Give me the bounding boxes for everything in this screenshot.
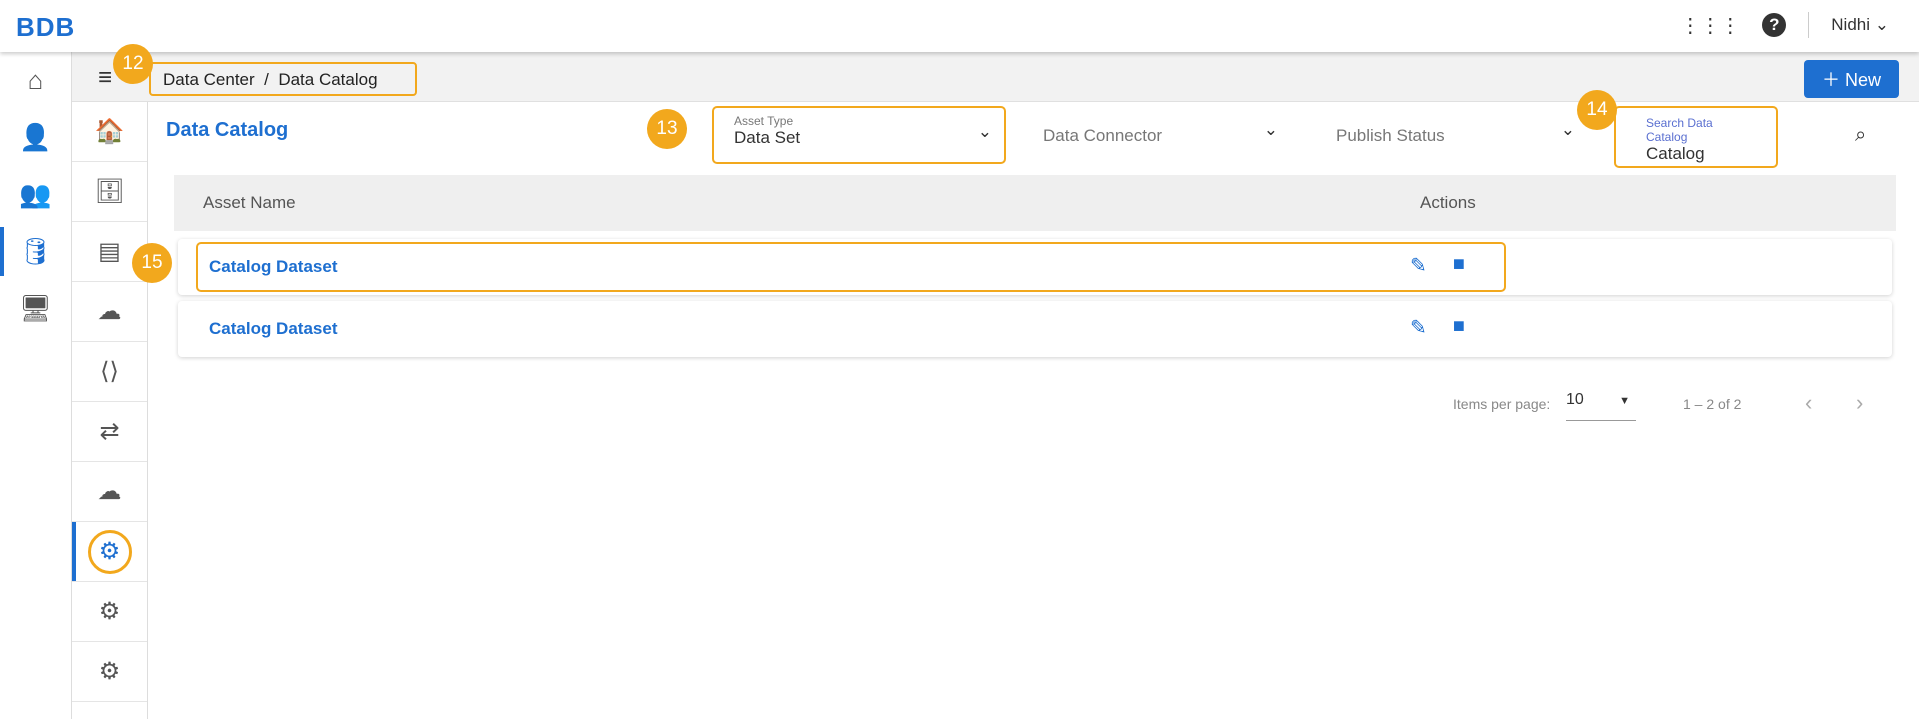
data-home-icon[interactable]: 🏠 <box>72 102 147 162</box>
database-code-icon[interactable]: ⟨⟩ <box>72 342 147 402</box>
chevron-down-icon: ⌄ <box>1560 120 1575 139</box>
items-per-page-value: 10 <box>1566 391 1584 408</box>
user-settings-icon[interactable]: 👤 <box>0 109 71 166</box>
next-page-icon[interactable]: › <box>1856 390 1863 416</box>
highlight-frame <box>196 242 1506 292</box>
caret-down-icon: ▼ <box>1619 395 1630 407</box>
publish-status-select[interactable]: Publish Status ⌄ <box>1323 106 1587 164</box>
publish-icon[interactable]: ■ <box>1453 315 1465 340</box>
data-gear-icon[interactable]: ⚙ <box>72 642 147 702</box>
search-input[interactable]: Search Data Catalog Catalog <box>1614 106 1778 168</box>
sub-header: ≡ Data Center / Data Catalog ＋ New <box>72 52 1919 102</box>
data-center-nav: 🏠 🗄 ▤ ☁ ⟨⟩ ⇄ ☁ ⚙ ⚙ ⚙ <box>72 102 148 719</box>
apps-grid-icon[interactable]: ⋮⋮⋮ <box>1680 13 1740 38</box>
user-name: Nidhi <box>1831 15 1871 34</box>
data-connector-placeholder: Data Connector <box>1043 126 1163 145</box>
table-header: Asset Name Actions <box>174 175 1896 231</box>
data-center-icon[interactable]: 🛢 <box>0 223 71 280</box>
breadcrumb-data-center[interactable]: Data Center <box>163 70 255 89</box>
previous-page-icon[interactable]: ‹ <box>1805 390 1812 416</box>
users-group-icon[interactable]: 👥 <box>0 166 71 223</box>
asset-type-label: Asset Type <box>734 114 794 128</box>
divider <box>1808 12 1810 38</box>
search-value: Catalog <box>1646 144 1705 163</box>
cloud-database-icon[interactable]: ☁ <box>72 282 147 342</box>
callout-badge: 15 <box>132 243 172 283</box>
home-icon[interactable]: ⌂ <box>0 52 71 109</box>
new-button[interactable]: ＋ New <box>1803 60 1899 98</box>
api-icon[interactable]: ⚙ <box>72 582 147 642</box>
pagination-range: 1 – 2 of 2 <box>1683 396 1742 412</box>
asset-name-link[interactable]: Catalog Dataset <box>209 319 337 339</box>
column-actions: Actions <box>1420 193 1476 212</box>
column-asset-name[interactable]: Asset Name <box>203 193 296 213</box>
callout-badge: 14 <box>1577 90 1617 130</box>
breadcrumb: Data Center / Data Catalog <box>149 62 417 96</box>
user-menu[interactable]: Nidhi ⌄ <box>1831 15 1889 35</box>
asset-type-value: Data Set <box>734 128 801 147</box>
edit-icon[interactable]: ✎ <box>1410 253 1427 278</box>
data-transform-icon[interactable]: ⇄ <box>72 402 147 462</box>
table-row: Catalog Dataset ✎ ■ <box>178 301 1892 357</box>
new-button-label: New <box>1844 70 1881 90</box>
table-row: Catalog Dataset ✎ ■ <box>178 239 1892 295</box>
plus-icon: ＋ <box>1821 70 1840 90</box>
dashboard-user-icon[interactable]: 🖥 <box>0 280 71 337</box>
page-title: Data Catalog <box>166 119 289 141</box>
main-nav-rail: ⌂ 👤 👥 🛢 🖥 <box>0 52 72 719</box>
callout-badge: 13 <box>647 109 687 149</box>
logo[interactable]: BDB <box>16 12 75 43</box>
callout-badge: 12 <box>113 44 153 84</box>
items-per-page-label: Items per page: <box>1453 396 1551 412</box>
data-catalog-icon[interactable]: ⚙ <box>72 522 147 582</box>
publish-status-placeholder: Publish Status <box>1336 126 1445 145</box>
publish-icon[interactable]: ■ <box>1453 253 1465 278</box>
cloud-icon[interactable]: ☁ <box>72 462 147 522</box>
help-icon[interactable]: ? <box>1762 13 1787 37</box>
asset-type-select[interactable]: Asset Type Data Set ⌄ <box>712 106 1006 164</box>
chevron-down-icon: ⌄ <box>977 122 992 141</box>
breadcrumb-data-catalog: Data Catalog <box>278 70 378 89</box>
top-bar: BDB ⋮⋮⋮ ? Nidhi ⌄ <box>0 0 1919 52</box>
data-connector-select[interactable]: Data Connector ⌄ <box>1030 106 1290 164</box>
menu-icon[interactable]: ≡ <box>98 64 112 92</box>
breadcrumb-separator: / <box>264 70 269 89</box>
asset-name-link[interactable]: Catalog Dataset <box>209 257 337 277</box>
database-icon[interactable]: 🗄 <box>72 162 147 222</box>
chevron-down-icon: ⌄ <box>1874 15 1889 34</box>
search-label: Search Data Catalog <box>1646 116 1713 144</box>
chevron-down-icon: ⌄ <box>1263 120 1278 139</box>
edit-icon[interactable]: ✎ <box>1410 315 1427 340</box>
search-icon[interactable]: ⌕ <box>1855 124 1866 147</box>
items-per-page-select[interactable]: 10 ▼ <box>1566 391 1636 421</box>
